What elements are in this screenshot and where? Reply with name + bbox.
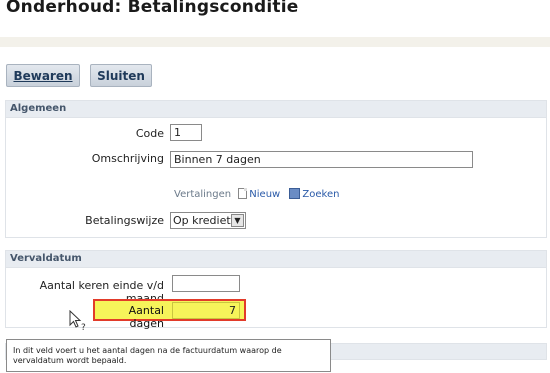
description-label: Omschrijving bbox=[91, 152, 164, 165]
translations-row: Vertalingen Nieuw Zoeken bbox=[174, 188, 339, 200]
payment-method-select[interactable]: Op krediet ▼ bbox=[170, 212, 246, 229]
code-input[interactable]: 1 bbox=[170, 124, 202, 141]
search-link[interactable]: Zoeken bbox=[302, 189, 339, 200]
tooltip-line-1: In dit veld voert u het aantal dagen na … bbox=[13, 346, 282, 355]
translations-label: Vertalingen bbox=[174, 189, 232, 200]
search-icon[interactable] bbox=[289, 188, 301, 199]
new-link[interactable]: Nieuw bbox=[249, 189, 280, 200]
month-end-input[interactable] bbox=[172, 275, 240, 292]
days-label: Aantal dagen bbox=[128, 304, 164, 330]
title-band bbox=[0, 37, 550, 47]
due-date-section-header: Vervaldatum bbox=[6, 251, 546, 268]
description-input[interactable]: Binnen 7 dagen bbox=[170, 151, 473, 168]
payment-method-label: Betalingswijze bbox=[85, 214, 164, 227]
document-icon[interactable] bbox=[238, 188, 248, 199]
dropdown-arrow-icon[interactable]: ▼ bbox=[231, 214, 244, 227]
save-button[interactable]: Bewaren bbox=[6, 64, 80, 87]
tooltip-line-2: vervaldatum wordt bepaald. bbox=[13, 356, 127, 365]
page-title: Onderhoud: Betalingsconditie bbox=[6, 0, 299, 17]
general-section-header: Algemeen bbox=[6, 101, 546, 118]
help-tooltip: In dit veld voert u het aantal dagen na … bbox=[6, 339, 331, 372]
mouse-pointer-icon: ? bbox=[69, 310, 86, 332]
svg-text:?: ? bbox=[81, 323, 86, 332]
code-label: Code bbox=[135, 127, 164, 140]
payment-method-value: Op krediet bbox=[173, 214, 231, 227]
days-input[interactable]: 7 bbox=[172, 302, 240, 319]
close-button[interactable]: Sluiten bbox=[90, 64, 152, 87]
